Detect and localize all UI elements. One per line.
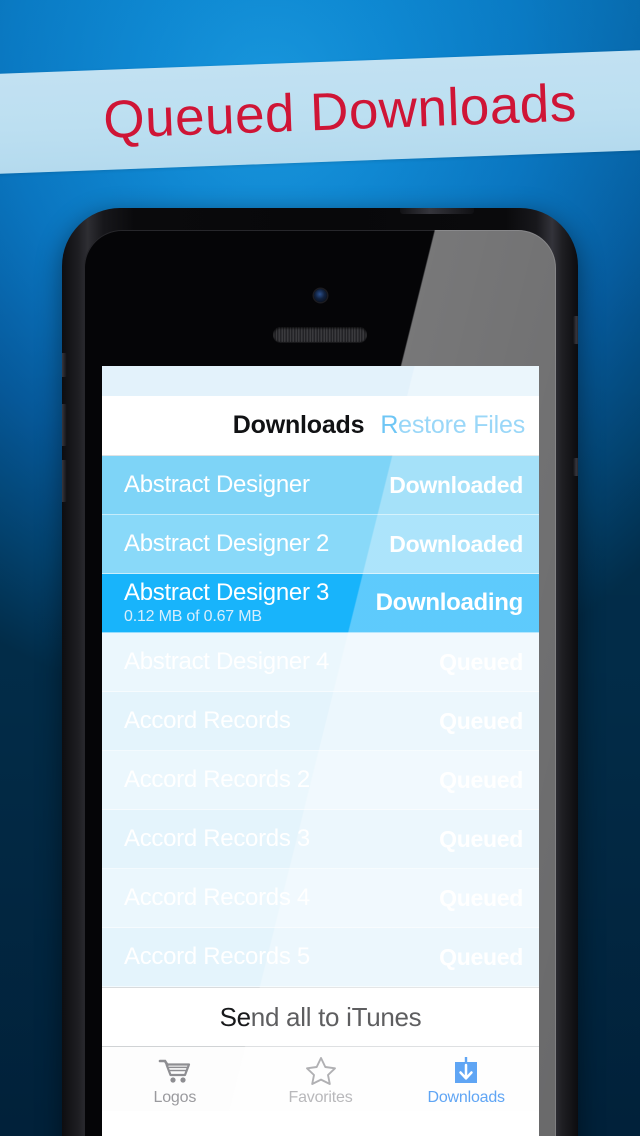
status-bar <box>102 366 539 396</box>
download-status-badge: Queued <box>439 884 523 911</box>
download-box-icon <box>451 1056 481 1086</box>
download-status-badge: Downloading <box>375 589 524 616</box>
restore-files-button[interactable]: Restore Files <box>380 411 525 440</box>
star-outline-icon <box>305 1056 337 1086</box>
download-row[interactable]: Accord Records 5 Queued <box>102 928 539 987</box>
download-row[interactable]: Accord Records 2 Queued <box>102 751 539 810</box>
sim-tray <box>573 316 578 344</box>
power-button[interactable] <box>400 208 474 214</box>
download-row-main: Abstract Designer 3 0.12 MB of 0.67 MB <box>124 580 376 626</box>
download-row[interactable]: Abstract Designer 3 0.12 MB of 0.67 MB Dow… <box>102 574 539 633</box>
download-status-badge: Queued <box>439 943 523 970</box>
download-row[interactable]: Accord Records 4 Queued <box>102 869 539 928</box>
download-status-badge: Queued <box>439 648 523 675</box>
download-title: Accord Records 5 <box>124 944 310 970</box>
tab-label: Logos <box>153 1088 197 1106</box>
page-title: Downloads <box>232 411 365 439</box>
download-row[interactable]: Accord Records 3 Queued <box>102 810 539 869</box>
app-screen: Downloads Restore Files Abstract Designe… <box>102 366 539 1136</box>
download-title: Accord Records 4 <box>124 885 310 911</box>
download-row-main: Accord Records 5 <box>124 944 439 969</box>
download-title: Abstract Designer 3 <box>124 579 330 606</box>
download-title: Abstract Designer 2 <box>124 531 330 557</box>
download-status-badge: Queued <box>439 766 523 793</box>
download-row[interactable]: Abstract Designer Downloaded <box>102 456 539 515</box>
volume-down-button[interactable] <box>62 460 67 502</box>
download-title: Accord Records 3 <box>124 826 310 852</box>
download-row[interactable]: Abstract Designer 2 Downloaded <box>102 515 539 574</box>
tab-label: Downloads <box>427 1088 506 1106</box>
navigation-bar: Downloads Restore Files <box>102 396 539 456</box>
download-row-main: Abstract Designer 4 <box>124 649 439 674</box>
send-all-to-itunes-button[interactable]: Send all to iTunes <box>102 987 539 1047</box>
mute-switch[interactable] <box>62 353 67 377</box>
download-title: Abstract Designer 4 <box>124 649 330 675</box>
earpiece-speaker-icon <box>273 327 367 342</box>
download-status-badge: Queued <box>439 825 523 852</box>
downloads-list: Abstract Designer Downloaded Abstract Desi… <box>102 456 539 987</box>
download-row[interactable]: Accord Records Queued <box>102 692 539 751</box>
download-title: Abstract Designer <box>124 472 310 498</box>
volume-up-button[interactable] <box>62 404 67 446</box>
front-camera-icon <box>314 289 327 302</box>
download-progress-text: 0.12 MB of 0.67 MB <box>124 608 262 626</box>
screenshot-root: Queued Downloads Downloads Restore Files… <box>0 0 640 1136</box>
download-row[interactable]: Abstract Designer 4 Queued <box>102 633 539 692</box>
download-row-main: Abstract Designer <box>124 472 389 497</box>
tab-favorites[interactable]: Favorites <box>248 1047 394 1111</box>
tab-downloads[interactable]: Downloads <box>393 1047 539 1111</box>
download-row-main: Accord Records 3 <box>124 826 439 851</box>
download-status-badge: Downloaded <box>389 530 523 557</box>
download-title: Accord Records 2 <box>124 767 310 793</box>
shopping-cart-icon <box>158 1056 192 1086</box>
download-title: Accord Records <box>124 708 291 734</box>
tab-bar: Logos Favorites Downloads <box>102 1047 539 1111</box>
download-status-badge: Queued <box>439 707 523 734</box>
download-row-main: Accord Records <box>124 708 439 733</box>
download-row-main: Abstract Designer 2 <box>124 531 389 556</box>
download-status-badge: Downloaded <box>389 471 523 498</box>
tab-logos[interactable]: Logos <box>102 1047 248 1111</box>
tab-label: Favorites <box>288 1088 353 1106</box>
download-row-main: Accord Records 4 <box>124 885 439 910</box>
antenna-band <box>573 458 578 476</box>
download-row-main: Accord Records 2 <box>124 767 439 792</box>
